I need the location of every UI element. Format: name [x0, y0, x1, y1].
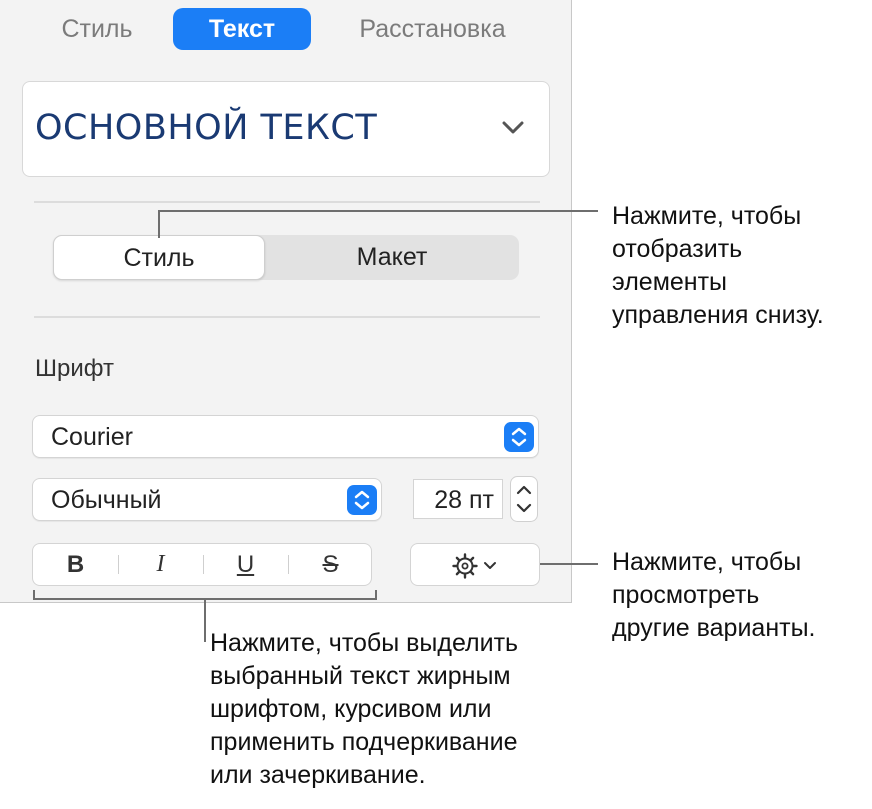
segment-layout[interactable]: Макет	[265, 235, 519, 280]
tab-style[interactable]: Стиль	[38, 8, 156, 50]
callout-line	[540, 563, 598, 565]
callout-line	[204, 598, 206, 642]
style-layout-segmented-control: Стиль Макет	[53, 235, 519, 280]
text-format-button-group: B I U S	[32, 543, 372, 586]
font-family-popup[interactable]: Courier	[32, 415, 539, 458]
font-section-label: Шрифт	[35, 355, 114, 382]
tab-arrange[interactable]: Расстановка	[330, 8, 535, 50]
advanced-options-button[interactable]	[410, 543, 540, 586]
chevron-down-icon	[502, 121, 524, 134]
tab-bar: Стиль Текст Расстановка	[0, 0, 572, 60]
callout-format-text: Нажмите, чтобы выделить выбранный текст …	[210, 629, 519, 789]
callout-segment-text: Нажмите, чтобы отобразить элементы управ…	[612, 202, 824, 329]
callout-bracket	[375, 590, 377, 600]
gear-icon	[452, 553, 478, 579]
callout-options-text: Нажмите, чтобы просмотреть другие вариан…	[612, 548, 816, 642]
font-size-value: 28 пт	[434, 486, 494, 514]
typeface-value: Обычный	[51, 486, 162, 514]
paragraph-style-popup[interactable]: ОСНОВНОЙ ТЕКСТ	[22, 81, 550, 177]
typeface-popup[interactable]: Обычный	[32, 478, 382, 521]
underline-button[interactable]: U	[203, 544, 288, 585]
paragraph-style-value: ОСНОВНОЙ ТЕКСТ	[35, 108, 378, 148]
italic-button[interactable]: I	[118, 544, 203, 585]
strikethrough-button[interactable]: S	[288, 544, 373, 585]
segment-style[interactable]: Стиль	[53, 235, 265, 280]
divider	[34, 316, 540, 318]
up-down-arrows-icon	[504, 422, 534, 452]
callout-line	[158, 210, 598, 212]
font-size-stepper[interactable]	[510, 476, 538, 522]
font-family-value: Courier	[51, 423, 133, 451]
chevron-down-icon	[484, 562, 496, 569]
up-down-arrows-icon	[347, 485, 377, 515]
tab-text[interactable]: Текст	[173, 8, 311, 50]
font-size-field[interactable]: 28 пт	[413, 479, 503, 519]
format-sidebar: Стиль Текст Расстановка ОСНОВНОЙ ТЕКСТ С…	[0, 0, 572, 603]
bold-button[interactable]: B	[33, 544, 118, 585]
callout-line	[158, 211, 160, 238]
divider	[34, 201, 540, 203]
